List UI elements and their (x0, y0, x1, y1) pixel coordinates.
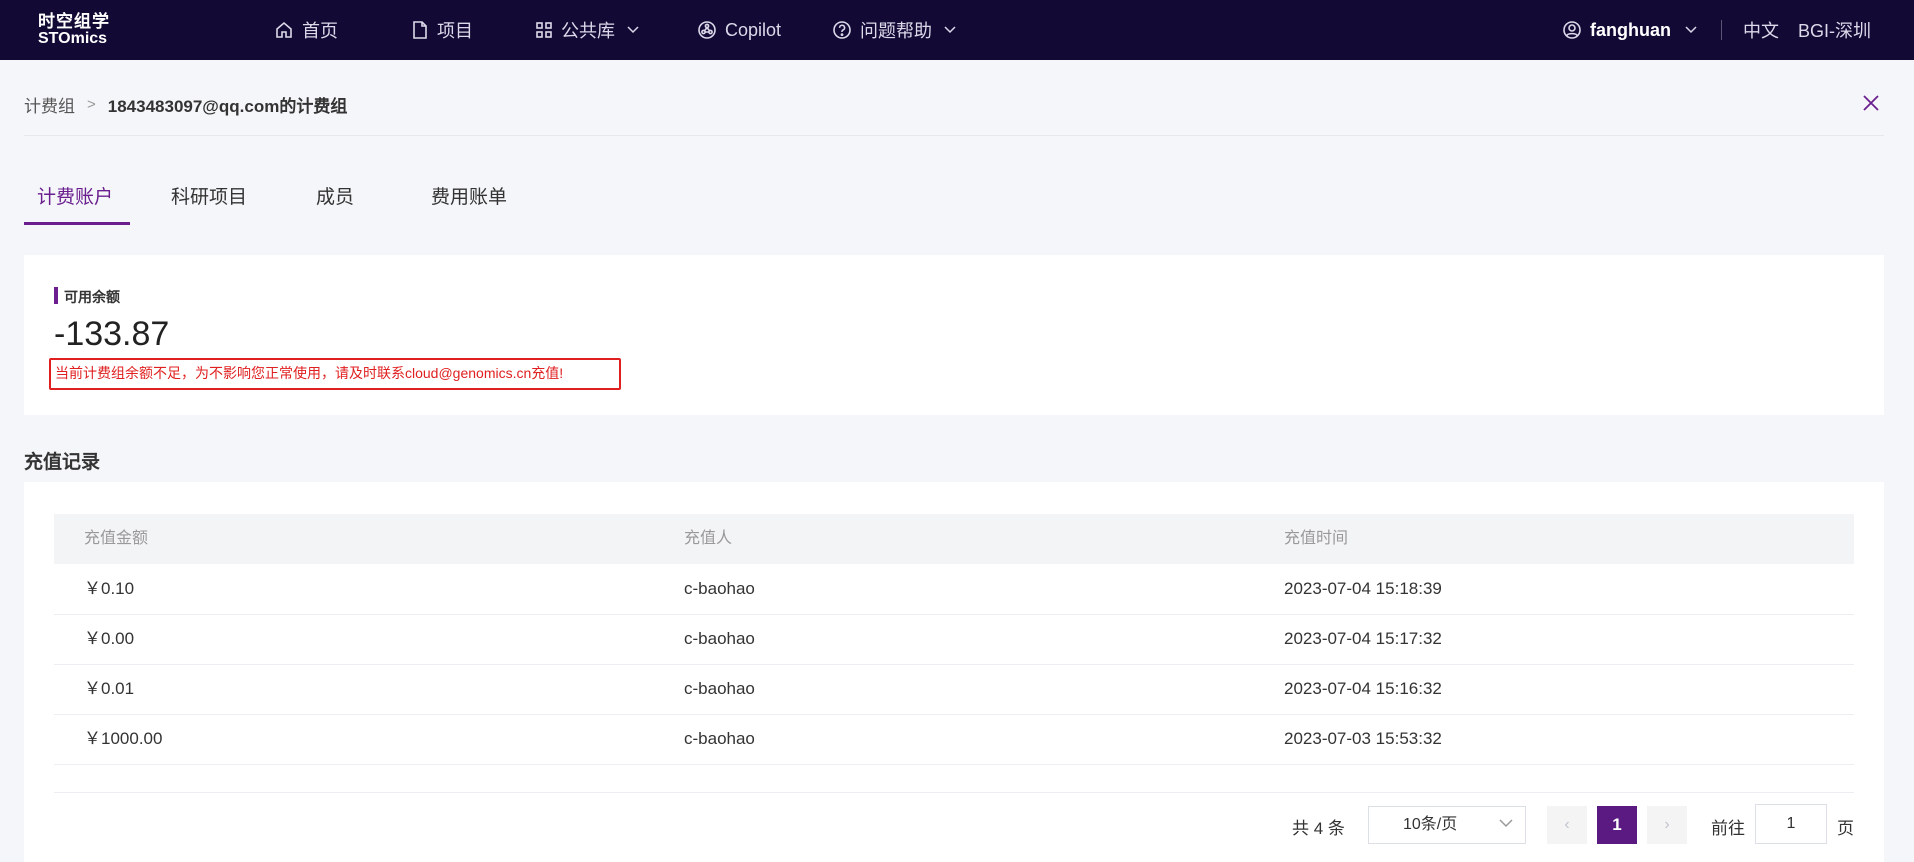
breadcrumb: 计费组 > 1843483097@qq.com的计费组 (24, 92, 347, 117)
nav-copilot[interactable]: Copilot (697, 0, 781, 60)
chevron-down-icon (1685, 26, 1697, 34)
cell-amount: ￥0.10 (84, 579, 135, 598)
region-switch[interactable]: BGI-深圳 (1798, 0, 1871, 60)
cell-person: c-baohao (684, 729, 755, 748)
balance-amount: -133.87 (54, 315, 170, 353)
language-label: 中文 (1743, 21, 1779, 41)
goto-unit: 页 (1837, 819, 1854, 838)
cell-time: 2023-07-04 15:18:39 (1284, 579, 1442, 598)
table-row: ￥0.10 c-baohao 2023-07-04 15:18:39 (54, 564, 1854, 615)
nav-library[interactable]: 公共库 (535, 0, 639, 60)
tab-billing-statement[interactable]: 费用账单 (431, 182, 507, 209)
chevron-down-icon (627, 26, 639, 34)
table-footer-divider (54, 792, 1854, 793)
language-switch[interactable]: 中文 (1743, 0, 1779, 60)
balance-label-marker (54, 287, 58, 304)
close-icon (1863, 95, 1879, 111)
chevron-right-icon: › (1664, 816, 1670, 833)
user-name: fanghuan (1590, 19, 1671, 40)
header-divider (24, 135, 1884, 136)
chevron-down-icon (944, 26, 956, 34)
page-size-select[interactable]: 10条/页 (1368, 806, 1526, 844)
tab-research-projects[interactable]: 科研项目 (171, 182, 247, 209)
user-menu[interactable]: fanghuan (1562, 0, 1697, 60)
region-label: BGI-深圳 (1798, 21, 1872, 41)
recharge-table-card: 充值金额 充值人 充值时间 ￥0.10 c-baohao 2023-07-04 … (24, 482, 1884, 862)
copilot-icon (698, 21, 716, 39)
top-navbar: 时空组学 STOmics 首页 项目 公共库 Copilot 问题帮助 fang… (0, 0, 1914, 60)
page-size-value: 10条/页 (1403, 816, 1458, 833)
nav-library-label: 公共库 (561, 21, 615, 41)
table-header: 充值金额 充值人 充值时间 (54, 514, 1854, 564)
cell-amount: ￥0.00 (84, 629, 135, 648)
table-row: ￥0.00 c-baohao 2023-07-04 15:17:32 (54, 614, 1854, 665)
cell-time: 2023-07-04 15:16:32 (1284, 679, 1442, 698)
balance-card: 可用余额 -133.87 当前计费组余额不足，为不影响您正常使用，请及时联系cl… (24, 255, 1884, 415)
cell-person: c-baohao (684, 679, 755, 698)
tab-members[interactable]: 成员 (316, 182, 354, 209)
user-icon (1563, 21, 1581, 39)
close-button[interactable] (1862, 94, 1880, 112)
cell-person: c-baohao (684, 629, 755, 648)
document-icon (413, 21, 427, 39)
breadcrumb-parent[interactable]: 计费组 (24, 92, 75, 117)
brand-logo[interactable]: 时空组学 STOmics (38, 13, 110, 47)
grid-icon (536, 22, 552, 38)
cell-time: 2023-07-03 15:53:32 (1284, 729, 1442, 748)
cell-time: 2023-07-04 15:17:32 (1284, 629, 1442, 648)
brand-line1: 时空组学 (38, 12, 110, 31)
nav-divider (1721, 20, 1722, 40)
breadcrumb-separator: > (87, 96, 96, 113)
active-tab-indicator (24, 222, 130, 225)
cell-amount: ￥0.01 (84, 679, 135, 698)
nav-home[interactable]: 首页 (274, 0, 338, 60)
column-header-amount: 充值金额 (84, 530, 149, 547)
nav-projects-label: 项目 (437, 21, 473, 41)
balance-label: 可用余额 (64, 289, 120, 305)
prev-page-button[interactable]: ‹ (1547, 806, 1587, 844)
balance-warning: 当前计费组余额不足，为不影响您正常使用，请及时联系cloud@genomics.… (49, 358, 621, 390)
page-1-button[interactable]: 1 (1597, 806, 1637, 844)
brand-line2: STOmics (38, 30, 108, 47)
next-page-button[interactable]: › (1647, 806, 1687, 844)
chevron-left-icon: ‹ (1564, 816, 1570, 833)
breadcrumb-current: 1843483097@qq.com的计费组 (107, 97, 348, 116)
goto-label: 前往 (1711, 819, 1745, 838)
nav-copilot-label: Copilot (725, 19, 782, 40)
recharge-records-title: 充值记录 (24, 452, 101, 473)
column-header-person: 充值人 (684, 530, 733, 547)
chevron-down-icon (1499, 819, 1513, 828)
column-header-time: 充值时间 (1284, 530, 1349, 547)
cell-person: c-baohao (684, 579, 755, 598)
tab-billing-account[interactable]: 计费账户 (37, 182, 113, 209)
nav-projects[interactable]: 项目 (411, 0, 473, 60)
nav-home-label: 首页 (302, 21, 338, 41)
table-row: ￥1000.00 c-baohao 2023-07-03 15:53:32 (54, 714, 1854, 765)
nav-help[interactable]: 问题帮助 (832, 0, 956, 60)
help-icon (833, 21, 851, 39)
home-icon (276, 21, 292, 38)
goto-page-input[interactable] (1755, 804, 1827, 844)
table-row: ￥0.01 c-baohao 2023-07-04 15:16:32 (54, 664, 1854, 715)
nav-help-label: 问题帮助 (860, 21, 932, 41)
cell-amount: ￥1000.00 (84, 729, 163, 748)
pagination-total: 共 4 条 (1292, 819, 1345, 838)
